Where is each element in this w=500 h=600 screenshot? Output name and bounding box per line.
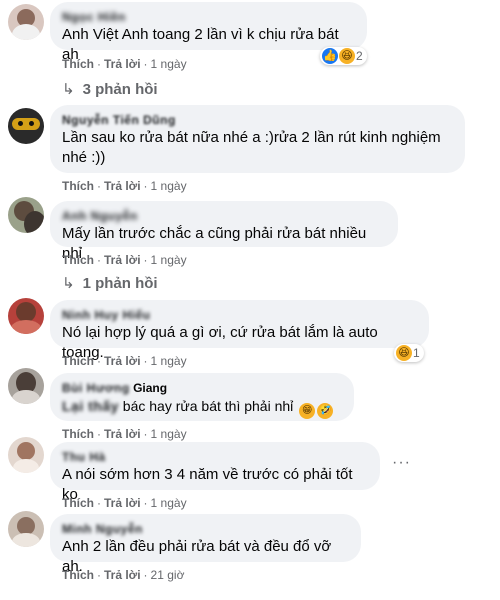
comment-time[interactable]: 1 ngày: [151, 179, 187, 193]
reply-link[interactable]: Trả lời: [104, 427, 141, 441]
like-link[interactable]: Thích: [62, 354, 94, 368]
reaction-count: 1: [413, 346, 420, 360]
like-icon: 👍: [322, 48, 338, 64]
avatar[interactable]: [8, 197, 44, 233]
comment-text-body: bác hay rửa bát thì phải nhỉ: [122, 398, 294, 414]
tagged-name[interactable]: Lại thấy: [62, 396, 119, 416]
like-link[interactable]: Thích: [62, 568, 94, 582]
rofl-emoji-icon: 🤣: [317, 403, 334, 419]
like-link[interactable]: Thích: [62, 253, 94, 267]
like-link[interactable]: Thích: [62, 57, 94, 71]
avatar[interactable]: [8, 368, 44, 404]
reply-link[interactable]: Trả lời: [104, 179, 141, 193]
reply-link[interactable]: Trả lời: [104, 57, 141, 71]
comment-author[interactable]: Minh Nguyễn: [62, 522, 349, 537]
comment-time[interactable]: 1 ngày: [151, 57, 187, 71]
comment-text-line: Lần sau ko rửa bát nữa nhé a :)rửa 2 lần…: [62, 129, 441, 146]
comment-time[interactable]: 21 giờ: [151, 568, 185, 582]
comment-actions: Thích · Trả lời · 1 ngày: [62, 427, 187, 441]
reaction-count: 2: [356, 49, 363, 63]
comment-bubble: Minh Nguyễn Anh 2 lần đều phải rửa bát v…: [50, 514, 361, 575]
view-replies-button[interactable]: ↳ 3 phản hồi: [62, 80, 158, 98]
reaction-summary[interactable]: 👍 😆 2: [320, 47, 367, 65]
like-link[interactable]: Thích: [62, 496, 94, 510]
reaction-summary[interactable]: 😆 1: [394, 344, 424, 362]
comment-bubble: Bùi Hương Giang Lại thấy bác hay rửa bát…: [50, 373, 354, 421]
comment-actions: Thích · Trả lời · 1 ngày: [62, 354, 187, 368]
comment-time[interactable]: 1 ngày: [151, 354, 187, 368]
comment-bubble: Nguyễn Tiến Dũng Lần sau ko rửa bát nữa …: [50, 105, 465, 173]
comment-bubble: Thu Hà A nói sớm hơn 3 4 năm về trước có…: [50, 442, 380, 503]
comment-author[interactable]: Ninh Huy Hiếu: [62, 308, 417, 323]
comment-bubble: Ngọc Hiền Anh Việt Anh toang 2 lần vì k …: [50, 2, 367, 63]
reply-link[interactable]: Trả lời: [104, 496, 141, 510]
reply-arrow-icon: ↳: [62, 81, 75, 98]
reply-arrow-icon: ↳: [62, 275, 75, 292]
author-name-visible: Giang: [133, 381, 168, 395]
replies-count: 3 phản hồi: [82, 81, 158, 98]
comment-actions: Thích · Trả lời · 21 giờ: [62, 568, 185, 582]
haha-icon: 😆: [339, 48, 355, 64]
avatar[interactable]: [8, 108, 44, 144]
like-link[interactable]: Thích: [62, 179, 94, 193]
reply-link[interactable]: Trả lời: [104, 354, 141, 368]
comment-actions: Thích · Trả lời · 1 ngày: [62, 179, 187, 193]
avatar[interactable]: [8, 437, 44, 473]
like-link[interactable]: Thích: [62, 427, 94, 441]
comment-text-line: nhé :)): [62, 149, 106, 166]
reply-link[interactable]: Trả lời: [104, 568, 141, 582]
replies-count: 1 phản hồi: [82, 275, 158, 292]
comment-actions: Thích · Trả lời · 1 ngày: [62, 253, 187, 267]
comment-author[interactable]: Anh Nguyễn: [62, 209, 386, 224]
view-replies-button[interactable]: ↳ 1 phản hồi: [62, 274, 158, 292]
comment-time[interactable]: 1 ngày: [151, 496, 187, 510]
comment-author[interactable]: Ngọc Hiền: [62, 10, 355, 25]
avatar[interactable]: [8, 298, 44, 334]
comment-time[interactable]: 1 ngày: [151, 427, 187, 441]
comment-author[interactable]: Nguyễn Tiến Dũng: [62, 113, 453, 128]
haha-icon: 😆: [396, 345, 412, 361]
comment-author[interactable]: Bùi Hương Giang: [62, 381, 342, 396]
comment-bubble: Anh Nguyễn Mấy lần trước chắc a cũng phả…: [50, 201, 398, 262]
grin-emoji-icon: 😁: [299, 403, 316, 419]
avatar[interactable]: [8, 4, 44, 40]
comment-author[interactable]: Thu Hà: [62, 450, 368, 465]
comment-actions: Thích · Trả lời · 1 ngày: [62, 57, 187, 71]
reply-link[interactable]: Trả lời: [104, 253, 141, 267]
comment-bubble: Ninh Huy Hiếu Nó lại hợp lý quá a gì ơi,…: [50, 300, 429, 361]
avatar[interactable]: [8, 511, 44, 547]
more-options-icon[interactable]: ···: [392, 454, 411, 472]
comment-actions: Thích · Trả lời · 1 ngày: [62, 496, 187, 510]
comment-text: Lại thấy bác hay rửa bát thì phải nhỉ 😁 🤣: [62, 396, 342, 419]
comment-time[interactable]: 1 ngày: [151, 253, 187, 267]
comment-text: Lần sau ko rửa bát nữa nhé a :)rửa 2 lần…: [62, 128, 453, 168]
